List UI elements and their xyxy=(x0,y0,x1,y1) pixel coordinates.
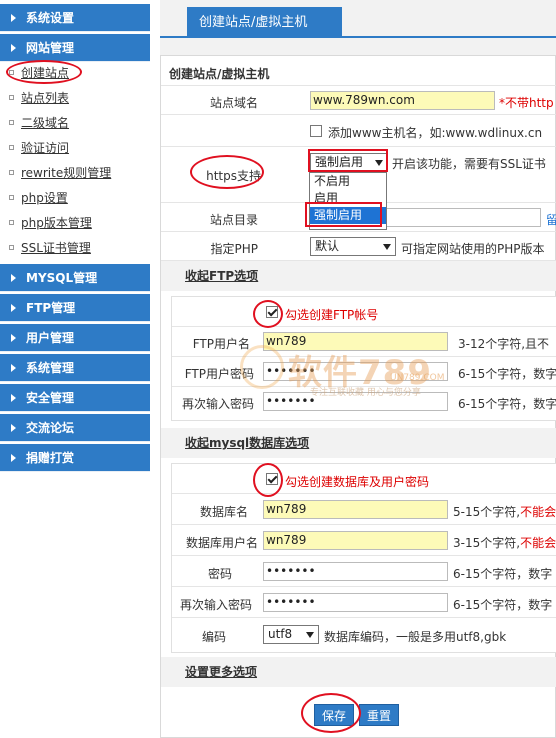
chevron-right-icon xyxy=(11,454,16,462)
sidebar: 系统设置 网站管理 创建站点 站点列表 二级域名 验证访问 rewrite规则管… xyxy=(0,0,150,738)
sidebar-item-site-list[interactable]: 站点列表 xyxy=(0,86,150,111)
row-php: 指定PHP 默认 可指定网站使用的PHP版本 xyxy=(161,232,556,261)
db-pass-input[interactable]: ••••••• xyxy=(263,562,448,581)
bullet-icon xyxy=(9,95,14,100)
mysql-section-toggle[interactable]: 收起mysql数据库选项 xyxy=(161,428,556,458)
nav-system[interactable]: 系统管理 xyxy=(0,354,150,382)
tab-bar: 创建站点/虚拟主机 xyxy=(160,0,556,38)
nav-donate[interactable]: 捐赠打赏 xyxy=(0,444,150,472)
db-name-hint-red: 不能会 xyxy=(520,505,556,519)
db-name-input[interactable]: wn789 xyxy=(263,500,448,519)
db-user-label: 数据库用户名 xyxy=(185,536,258,550)
charset-hint: 数据库编码，一般是多用utf8,gbk xyxy=(324,630,507,644)
watermark: 软件789 UN789.COM 专注互联收藏 用心与您分享 xyxy=(240,345,480,400)
charset-select[interactable]: utf8 xyxy=(263,625,319,644)
db-user-hint-red: 不能会 xyxy=(520,536,556,550)
ftp-user-label: FTP用户名 xyxy=(192,337,250,351)
chevron-right-icon xyxy=(11,334,16,342)
bullet-icon xyxy=(9,220,14,225)
charset-label: 编码 xyxy=(201,630,226,644)
mysql-subpanel: 勾选创建数据库及用户密码 数据库名 wn789 5-15个字符,不能会 数据库用… xyxy=(171,463,556,653)
highlight-https-select xyxy=(308,149,388,172)
bullet-icon xyxy=(9,120,14,125)
row-domain: 站点域名 www.789wn.com *不带http xyxy=(161,85,556,115)
sidebar-item-auth-access[interactable]: 验证访问 xyxy=(0,136,150,161)
php-hint: 可指定网站使用的PHP版本 xyxy=(401,242,545,256)
bullet-icon xyxy=(9,245,14,250)
highlight-ftp-checkbox xyxy=(253,300,283,328)
chevron-right-icon xyxy=(11,274,16,282)
row-www: 添加www主机名，如:www.wdlinux.cn xyxy=(161,115,556,147)
dir-link[interactable]: 留 xyxy=(546,211,556,228)
domain-input[interactable]: www.789wn.com xyxy=(310,91,495,110)
chevron-down-icon xyxy=(383,244,391,250)
domain-label: 站点域名 xyxy=(209,96,258,110)
sidebar-item-php-version[interactable]: php版本管理 xyxy=(0,211,150,236)
nav-security[interactable]: 安全管理 xyxy=(0,384,150,412)
highlight-https-label xyxy=(190,155,264,189)
db-pass2-label: 再次输入密码 xyxy=(179,598,252,612)
mysql-check-label: 勾选创建数据库及用户密码 xyxy=(285,475,430,489)
db-pass2-hint: 6-15个字符，数字 xyxy=(453,598,553,612)
nav-mysql[interactable]: MYSQL管理 xyxy=(0,264,150,292)
ftp-section-toggle[interactable]: 收起FTP选项 xyxy=(161,261,556,291)
www-checkbox[interactable] xyxy=(310,125,322,137)
tab-create-site[interactable]: 创建站点/虚拟主机 xyxy=(187,7,342,38)
chevron-down-icon xyxy=(306,632,314,638)
watermark-logo-icon xyxy=(240,345,284,389)
db-name-hint: 5-15个字符, xyxy=(453,505,521,519)
nav-system-settings[interactable]: 系统设置 xyxy=(0,4,150,32)
highlight-save-button xyxy=(301,693,361,733)
reset-button[interactable]: 重置 xyxy=(359,704,399,726)
domain-hint: *不带http xyxy=(499,96,554,110)
nav-ftp[interactable]: FTP管理 xyxy=(0,294,150,322)
https-option-off[interactable]: 不启用 xyxy=(310,173,386,190)
db-user-input[interactable]: wn789 xyxy=(263,531,448,550)
highlight-force-option xyxy=(305,202,382,227)
chevron-right-icon xyxy=(11,14,16,22)
chevron-right-icon xyxy=(11,364,16,372)
panel-title: 创建站点/虚拟主机 xyxy=(169,67,270,81)
db-pass-hint: 6-15个字符，数字 xyxy=(453,567,553,581)
db-pass2-input[interactable]: ••••••• xyxy=(263,593,448,612)
db-user-hint: 3-15个字符, xyxy=(453,536,521,550)
chevron-right-icon xyxy=(11,394,16,402)
more-options-toggle[interactable]: 设置更多选项 xyxy=(161,657,556,687)
php-label: 指定PHP xyxy=(210,242,259,256)
db-pass-label: 密码 xyxy=(207,567,232,581)
nav-users[interactable]: 用户管理 xyxy=(0,324,150,352)
sidebar-item-php-settings[interactable]: php设置 xyxy=(0,186,150,211)
nav-site-management[interactable]: 网站管理 xyxy=(0,34,150,62)
sidebar-item-subdomain[interactable]: 二级域名 xyxy=(0,111,150,136)
php-select[interactable]: 默认 xyxy=(310,237,396,256)
bullet-icon xyxy=(9,195,14,200)
bullet-icon xyxy=(9,170,14,175)
sidebar-item-ssl[interactable]: SSL证书管理 xyxy=(0,236,150,261)
sidebar-item-rewrite[interactable]: rewrite规则管理 xyxy=(0,161,150,186)
dir-input[interactable] xyxy=(386,208,541,227)
dir-label: 站点目录 xyxy=(209,213,258,227)
chevron-right-icon xyxy=(11,44,16,52)
highlight-mysql-checkbox xyxy=(253,463,283,497)
ftp-check-label: 勾选创建FTP帐号 xyxy=(285,308,379,322)
chevron-right-icon xyxy=(11,424,16,432)
chevron-right-icon xyxy=(11,304,16,312)
nav-forum[interactable]: 交流论坛 xyxy=(0,414,150,442)
db-name-label: 数据库名 xyxy=(199,505,248,519)
https-hint: 开启该功能，需要有SSL证书 xyxy=(392,157,546,171)
main-area: 创建站点/虚拟主机 创建站点/虚拟主机 站点域名 www.789wn.com *… xyxy=(160,0,556,738)
bullet-icon xyxy=(9,145,14,150)
www-text: 添加www主机名，如:www.wdlinux.cn xyxy=(328,126,543,140)
highlight-create-site xyxy=(6,60,82,84)
